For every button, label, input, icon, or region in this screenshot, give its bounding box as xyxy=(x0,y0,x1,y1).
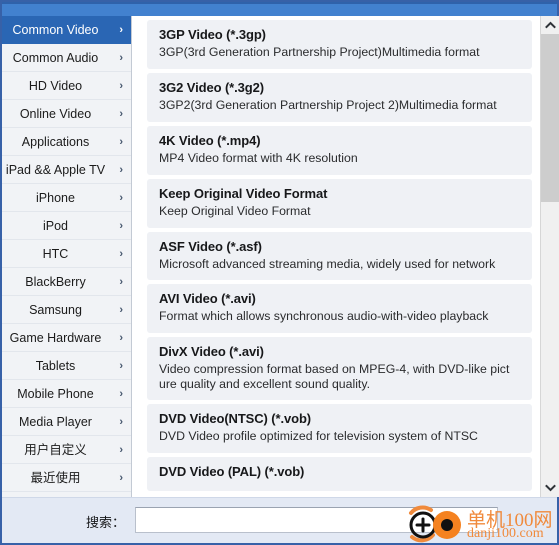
format-description: Keep Original Video Format xyxy=(159,203,311,218)
sidebar-item-label: Samsung xyxy=(29,303,82,317)
format-list-item[interactable]: Keep Original Video Format Keep Original … xyxy=(147,178,532,228)
bottom-bar: 搜索： xyxy=(2,497,557,543)
sidebar-item-game-hardware[interactable]: Game Hardware › xyxy=(2,324,131,352)
format-description: 3GP2(3rd Generation Partnership Project … xyxy=(159,98,497,112)
sidebar-item-samsung[interactable]: Samsung › xyxy=(2,296,131,324)
sidebar-item-label: Common Audio xyxy=(12,51,99,65)
sidebar-item-[interactable]: 用户自定义 › xyxy=(2,436,131,464)
chevron-right-icon: › xyxy=(119,416,123,428)
format-title: 4K Video (*.mp4) xyxy=(159,132,261,148)
sidebar-item-label: iPhone xyxy=(36,191,75,205)
chevron-right-icon: › xyxy=(119,304,123,316)
sidebar-item-label: Mobile Phone xyxy=(17,387,94,401)
chevron-right-icon: › xyxy=(119,192,123,204)
format-picker-window: Common Video › Common Audio › HD Video › Onlin… xyxy=(0,0,559,545)
format-title: DVD Video(NTSC) (*.vob) xyxy=(159,411,312,426)
sidebar-item-ipad-apple-tv[interactable]: iPad && Apple TV › xyxy=(2,156,131,184)
format-list-item[interactable]: 3G2 Video (*.3g2) 3GP2(3rd Generation Par… xyxy=(147,73,532,122)
format-list-item[interactable]: DVD Video (PAL) (*.vob) xyxy=(147,457,532,491)
chevron-right-icon: › xyxy=(119,444,123,456)
format-description: MP4 Video format with 4K resolution xyxy=(159,150,358,165)
sidebar-item-mobile-phone[interactable]: Mobile Phone › xyxy=(2,380,131,408)
sidebar-item-label: HD Video xyxy=(28,79,83,93)
format-description: Format which allows synchronous audio-wi… xyxy=(159,309,489,323)
format-list-scrollbar[interactable] xyxy=(540,16,559,497)
sidebar-item-htc[interactable]: HTC › xyxy=(2,240,131,268)
format-description: 3GP(3rd Generation Partnership Project)M… xyxy=(159,45,480,59)
chevron-right-icon: › xyxy=(119,248,123,260)
format-title: DivX Video (*.avi) xyxy=(159,344,264,359)
sidebar-item-label: 用户自定义 xyxy=(24,443,87,457)
sidebar-item-hd-video[interactable]: HD Video › xyxy=(2,72,131,100)
sidebar-item-ipod[interactable]: iPod › xyxy=(2,212,131,240)
window-titlebar xyxy=(2,2,557,16)
category-sidebar[interactable]: Common Video › Common Audio › HD Video › Onlin… xyxy=(2,16,132,497)
format-description: Microsoft advanced streaming media, wide… xyxy=(159,256,496,271)
sidebar-item-common-audio[interactable]: Common Audio › xyxy=(2,44,131,72)
sidebar-item-label: BlackBerry xyxy=(25,275,86,289)
sidebar-item-media-player[interactable]: Media Player › xyxy=(2,408,131,436)
format-description: Video compression format based on MPEG-4… xyxy=(159,362,510,391)
format-title: ASF Video (*.asf) xyxy=(159,238,262,254)
format-title: 3GP Video (*.3gp) xyxy=(159,27,266,42)
sidebar-item-label: 最近使用 xyxy=(30,471,81,485)
format-description: DVD Video profile optimized for televisi… xyxy=(159,429,478,443)
sidebar-item-label: Game Hardware xyxy=(9,331,102,345)
chevron-right-icon: › xyxy=(119,360,123,372)
sidebar-item-label: HTC xyxy=(42,247,69,261)
scroll-up-button[interactable] xyxy=(541,16,559,34)
sidebar-item-iphone[interactable]: iPhone › xyxy=(2,184,131,212)
sidebar-item-tablets[interactable]: Tablets › xyxy=(2,352,131,380)
format-list-item[interactable]: AVI Video (*.avi) Format which allows syn… xyxy=(147,284,532,333)
sidebar-item-label: iPad && Apple TV xyxy=(5,163,106,177)
sidebar-item-applications[interactable]: Applications › xyxy=(2,128,131,156)
format-list[interactable]: 3GP Video (*.3gp) 3GP(3rd Generation Part… xyxy=(133,16,536,497)
sidebar-item-[interactable]: 最近使用 › xyxy=(2,464,131,492)
sidebar-item-label: Tablets xyxy=(35,359,76,373)
sidebar-item-label: Media Player xyxy=(19,415,92,429)
format-list-item[interactable]: ASF Video (*.asf) Microsoft advanced stre… xyxy=(147,231,532,280)
sidebar-item-blackberry[interactable]: BlackBerry › xyxy=(2,268,131,296)
format-title: AVI Video (*.avi) xyxy=(159,291,256,306)
chevron-up-icon xyxy=(544,21,556,29)
chevron-right-icon: › xyxy=(119,220,123,232)
chevron-right-icon: › xyxy=(119,164,123,176)
chevron-right-icon: › xyxy=(119,108,123,120)
format-list-item[interactable]: DVD Video(NTSC) (*.vob) DVD Video profile… xyxy=(147,404,532,453)
chevron-right-icon: › xyxy=(119,472,123,484)
chevron-right-icon: › xyxy=(119,388,123,400)
chevron-right-icon: › xyxy=(119,24,123,36)
sidebar-item-label: Applications xyxy=(21,135,90,149)
chevron-right-icon: › xyxy=(119,52,123,64)
chevron-right-icon: › xyxy=(119,276,123,288)
format-title: Keep Original Video Format xyxy=(159,185,328,201)
sidebar-item-common-video[interactable]: Common Video › xyxy=(2,16,131,44)
search-label: 搜索： xyxy=(86,515,126,530)
sidebar-item-label: Common Video xyxy=(12,23,99,37)
search-input[interactable] xyxy=(135,507,498,533)
scroll-down-button[interactable] xyxy=(541,479,559,497)
sidebar-item-label: Online Video xyxy=(19,107,92,121)
format-list-item[interactable]: 3GP Video (*.3gp) 3GP(3rd Generation Part… xyxy=(147,20,532,69)
chevron-down-icon xyxy=(544,484,556,492)
chevron-right-icon: › xyxy=(119,332,123,344)
format-list-item[interactable]: 4K Video (*.mp4) MP4 Video format with 4K… xyxy=(147,125,532,175)
format-title: DVD Video (PAL) (*.vob) xyxy=(159,464,305,479)
chevron-right-icon: › xyxy=(119,136,123,148)
scrollbar-thumb[interactable] xyxy=(541,34,559,202)
chevron-right-icon: › xyxy=(119,80,123,92)
sidebar-item-label: iPod xyxy=(42,219,69,233)
sidebar-item-online-video[interactable]: Online Video › xyxy=(2,100,131,128)
format-title: 3G2 Video (*.3g2) xyxy=(159,80,264,95)
format-list-item[interactable]: DivX Video (*.avi) Video compression form… xyxy=(147,337,532,400)
